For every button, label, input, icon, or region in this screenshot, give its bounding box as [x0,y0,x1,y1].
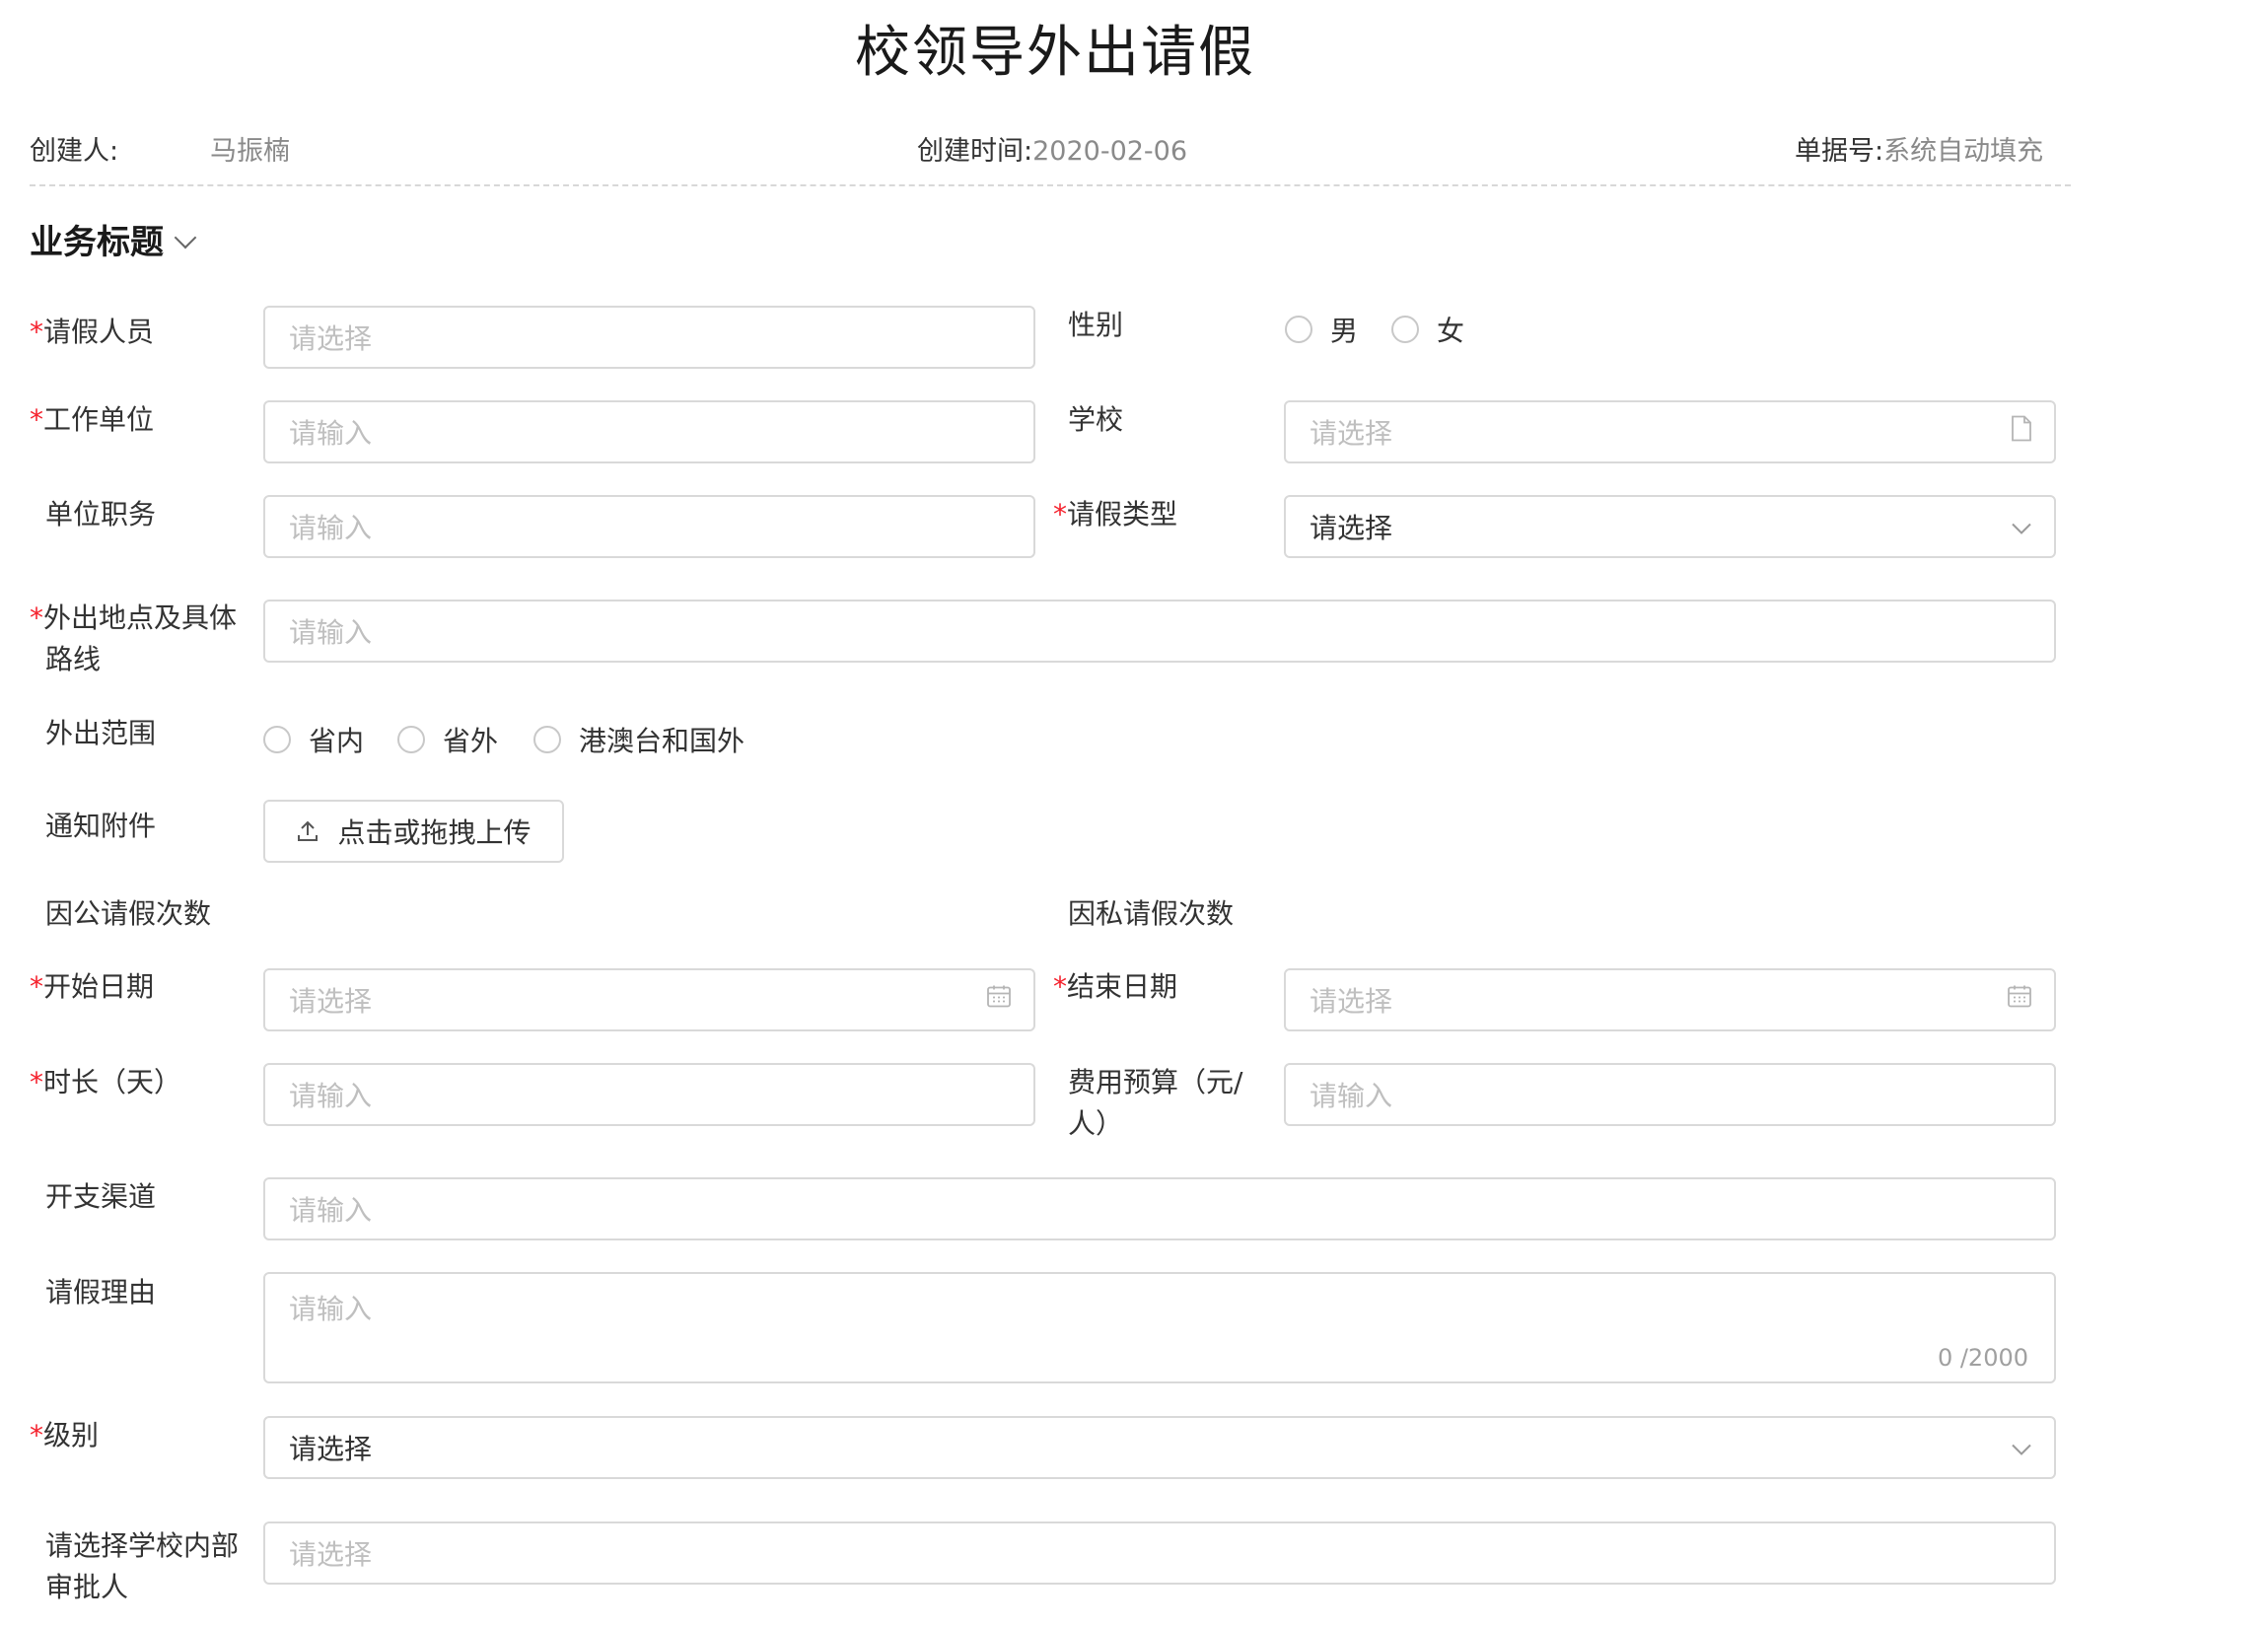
reason-placeholder: 请输入 [289,1293,373,1325]
school-placeholder: 请选择 [1310,417,1393,450]
start-date-label: *开始日期 [30,970,155,1003]
start-date-placeholder: 请选择 [289,985,373,1018]
duration-placeholder: 请输入 [289,1080,373,1112]
expense-channel-placeholder: 请输入 [289,1194,373,1227]
destination-placeholder: 请输入 [289,616,373,649]
chevron-down-icon [2011,1432,2032,1464]
doc-number-label: 单据号: [1795,136,1884,167]
attachment-label: 通知附件 [45,810,157,842]
scope-option-label: 省外 [443,725,499,757]
budget-input[interactable]: 请输入 [1284,1063,2056,1126]
created-time-value: 2020-02-06 [1032,136,1188,167]
scope-option-label: 省内 [309,725,365,757]
doc-number: 单据号:系统自动填充 [1795,129,2043,168]
leave-type-label: *请假类型 [1053,498,1178,531]
scope-radio-in-province[interactable]: 省内 [263,720,364,759]
header-divider [30,184,2071,186]
official-count-label: 因公请假次数 [45,897,212,930]
file-icon[interactable] [2011,415,2032,449]
creator-info: 创建人: [30,129,118,168]
radio-circle [1391,316,1419,343]
gender-radio-male[interactable]: 男 [1285,310,1358,349]
leave-person-placeholder: 请选择 [289,322,373,355]
level-value: 请选择 [289,1433,373,1465]
radio-circle [533,726,561,753]
gender-option-label: 男 [1330,315,1359,347]
destination-label: *外出地点及具体 路线 [30,601,238,675]
chevron-down-icon [2011,511,2032,543]
expense-channel-label: 开支渠道 [45,1180,157,1213]
scope-label: 外出范围 [45,717,157,749]
scope-option-label: 港澳台和国外 [579,725,745,757]
creator-value: 马振楠 [210,136,290,167]
radio-circle [397,726,425,753]
section-title: 业务标题 [30,223,164,262]
radio-circle [1285,316,1312,343]
page-title: 校领导外出请假 [855,21,1255,85]
leave-person-label: *请假人员 [30,316,155,348]
scope-radio-overseas[interactable]: 港澳台和国外 [533,720,744,759]
doc-number-value: 系统自动填充 [1883,136,2044,167]
reason-textarea[interactable]: 请输入 0 /2000 [263,1272,2056,1383]
leave-type-select[interactable]: 请选择 [1284,495,2056,558]
approver-label: 请选择学校内部 审批人 [45,1529,240,1603]
leave-type-value: 请选择 [1310,512,1393,544]
unit-position-placeholder: 请输入 [289,512,373,544]
gender-radio-female[interactable]: 女 [1391,310,1464,349]
level-label: *级别 [30,1419,100,1451]
upload-icon [296,819,319,843]
end-date-label: *结束日期 [1053,970,1178,1003]
chevron-down-icon [174,226,197,249]
end-date-placeholder: 请选择 [1310,985,1393,1018]
approver-select[interactable]: 请选择 [263,1521,2056,1585]
level-select[interactable]: 请选择 [263,1416,2056,1479]
unit-position-input[interactable]: 请输入 [263,495,1035,558]
expense-channel-input[interactable]: 请输入 [263,1177,2056,1240]
calendar-icon[interactable] [986,984,1012,1017]
budget-label: 费用预算（元/ 人） [1068,1066,1243,1140]
gender-label: 性别 [1068,309,1124,341]
upload-button[interactable]: 点击或拖拽上传 [263,800,564,863]
destination-input[interactable]: 请输入 [263,600,2056,663]
calendar-icon[interactable] [2007,984,2032,1017]
leave-person-select[interactable]: 请选择 [263,306,1035,369]
school-label: 学校 [1068,403,1124,436]
radio-circle [263,726,291,753]
created-time: 创建时间:2020-02-06 [917,129,1187,168]
approver-placeholder: 请选择 [289,1538,373,1571]
private-count-label: 因私请假次数 [1068,897,1235,930]
budget-placeholder: 请输入 [1310,1080,1393,1112]
creator-label: 创建人: [30,136,119,167]
work-unit-input[interactable]: 请输入 [263,400,1035,463]
gender-option-label: 女 [1437,315,1465,347]
work-unit-placeholder: 请输入 [289,417,373,450]
reason-label: 请假理由 [45,1276,157,1309]
work-unit-label: *工作单位 [30,403,155,436]
created-time-label: 创建时间: [917,136,1033,167]
duration-input[interactable]: 请输入 [263,1063,1035,1126]
section-header[interactable]: 业务标题 [30,215,197,263]
scope-radio-out-province[interactable]: 省外 [397,720,498,759]
duration-label: *时长（天） [30,1066,182,1098]
school-select[interactable]: 请选择 [1284,400,2056,463]
reason-char-counter: 0 /2000 [1937,1344,2028,1372]
start-date-picker[interactable]: 请选择 [263,968,1035,1031]
unit-position-label: 单位职务 [45,498,157,531]
upload-button-label: 点击或拖拽上传 [337,816,532,849]
end-date-picker[interactable]: 请选择 [1284,968,2056,1031]
